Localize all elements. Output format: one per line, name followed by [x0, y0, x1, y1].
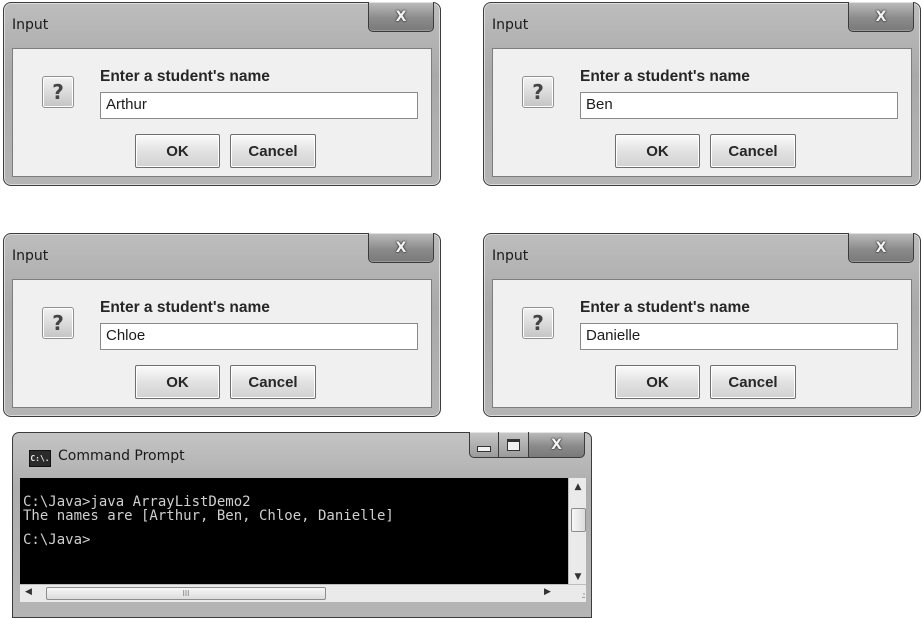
- cancel-button[interactable]: Cancel: [230, 365, 316, 399]
- vertical-scrollbar[interactable]: ▲ ▼: [568, 478, 586, 584]
- cancel-button[interactable]: Cancel: [230, 134, 316, 168]
- close-button[interactable]: X: [848, 233, 914, 263]
- window-controls: X: [469, 432, 585, 458]
- vertical-scroll-thumb[interactable]: [571, 508, 586, 532]
- dialog-content: ? Enter a student's name Chloe OK Cancel: [12, 279, 432, 408]
- dialog-title: Input: [492, 17, 529, 33]
- console-line: The names are [Arthur, Ben, Chloe, Danie…: [23, 508, 394, 524]
- close-button[interactable]: X: [368, 2, 434, 32]
- close-icon: X: [551, 436, 562, 453]
- dialog-content: ? Enter a student's name Arthur OK Cance…: [12, 48, 432, 177]
- dialog-title: Input: [492, 248, 529, 264]
- ok-button[interactable]: OK: [135, 365, 220, 399]
- ok-button[interactable]: OK: [615, 134, 700, 168]
- close-icon: X: [875, 8, 887, 25]
- scroll-up-icon[interactable]: ▲: [569, 482, 587, 492]
- scroll-left-icon[interactable]: ◀: [25, 587, 32, 597]
- minimize-button[interactable]: [469, 432, 499, 458]
- thumb-grip-icon: III: [182, 589, 190, 598]
- question-icon: ?: [522, 307, 554, 339]
- student-name-input[interactable]: Chloe: [100, 323, 418, 350]
- prompt-label: Enter a student's name: [100, 68, 270, 85]
- question-icon: ?: [522, 76, 554, 108]
- close-button[interactable]: X: [848, 2, 914, 32]
- close-icon: X: [875, 239, 887, 256]
- resize-grip-icon[interactable]: .::: [581, 591, 586, 601]
- close-icon: X: [395, 8, 407, 25]
- student-name-input[interactable]: Ben: [580, 92, 898, 119]
- dialog-content: ? Enter a student's name Danielle OK Can…: [492, 279, 912, 408]
- window-title: Command Prompt: [58, 448, 185, 464]
- prompt-label: Enter a student's name: [580, 299, 750, 316]
- scroll-right-icon[interactable]: ▶: [544, 587, 551, 597]
- console-output[interactable]: C:\Java>java ArrayListDemo2 The names are…: [20, 478, 568, 584]
- ok-button[interactable]: OK: [135, 134, 220, 168]
- cancel-button[interactable]: Cancel: [710, 365, 796, 399]
- command-prompt-icon: C:\.: [29, 450, 51, 467]
- console-line: C:\Java>: [23, 532, 91, 548]
- close-icon: X: [395, 239, 407, 256]
- horizontal-scrollbar[interactable]: ◀ III ▶ .::: [20, 584, 586, 602]
- input-dialog-2: Input X ? Enter a student's name Ben OK …: [483, 2, 921, 186]
- command-prompt-window: C:\. Command Prompt X C:\Java>java Array…: [12, 432, 592, 618]
- close-button[interactable]: X: [368, 233, 434, 263]
- input-dialog-4: Input X ? Enter a student's name Daniell…: [483, 233, 921, 417]
- close-button[interactable]: X: [529, 432, 585, 458]
- ok-button[interactable]: OK: [615, 365, 700, 399]
- dialog-title: Input: [12, 248, 49, 264]
- input-dialog-1: Input X ? Enter a student's name Arthur …: [3, 2, 441, 186]
- cancel-button[interactable]: Cancel: [710, 134, 796, 168]
- console-line: C:\Java>java ArrayListDemo2: [23, 494, 251, 510]
- question-icon: ?: [42, 307, 74, 339]
- maximize-icon: [507, 438, 520, 451]
- dialog-title: Input: [12, 17, 49, 33]
- maximize-button[interactable]: [499, 432, 529, 458]
- input-dialog-3: Input X ? Enter a student's name Chloe O…: [3, 233, 441, 417]
- student-name-input[interactable]: Arthur: [100, 92, 418, 119]
- horizontal-scroll-thumb[interactable]: III: [46, 587, 326, 600]
- dialog-content: ? Enter a student's name Ben OK Cancel: [492, 48, 912, 177]
- scroll-down-icon[interactable]: ▼: [569, 572, 587, 582]
- prompt-label: Enter a student's name: [100, 299, 270, 316]
- prompt-label: Enter a student's name: [580, 68, 750, 85]
- minimize-icon: [477, 445, 491, 452]
- student-name-input[interactable]: Danielle: [580, 323, 898, 350]
- question-icon: ?: [42, 76, 74, 108]
